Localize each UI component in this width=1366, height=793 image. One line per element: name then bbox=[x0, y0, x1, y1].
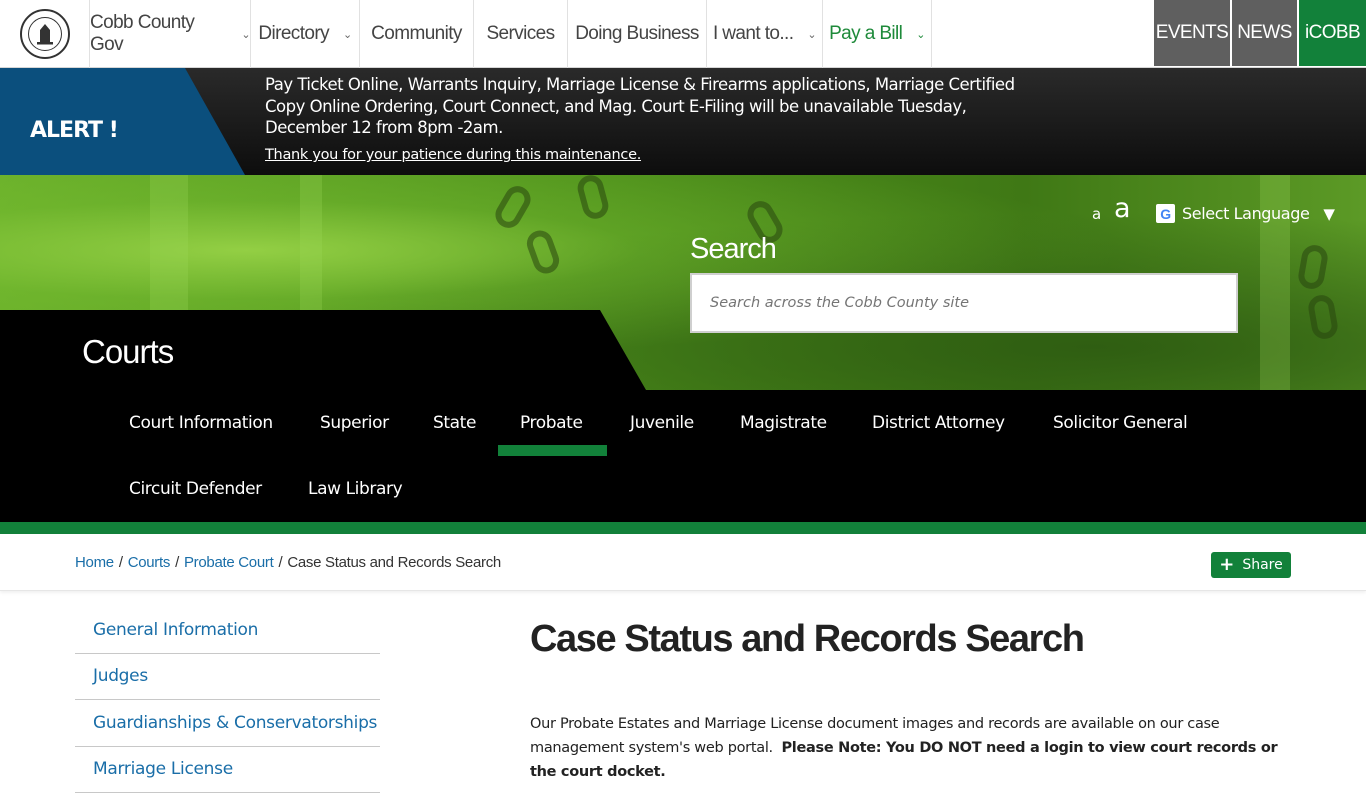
events-button[interactable]: EVENTS bbox=[1154, 0, 1230, 66]
nav-community[interactable]: Community bbox=[360, 0, 474, 68]
active-tab-indicator bbox=[498, 445, 607, 456]
chevron-down-icon: ⌄ bbox=[343, 28, 352, 41]
intro-paragraph: Our Probate Estates and Marriage License… bbox=[530, 712, 1300, 784]
language-selector[interactable]: G Select Language ▼ bbox=[1156, 204, 1335, 223]
breadcrumb-probate-court[interactable]: Probate Court bbox=[184, 554, 273, 571]
alert-link[interactable]: Thank you for your patience during this … bbox=[265, 147, 641, 163]
plus-icon: + bbox=[1219, 556, 1234, 574]
google-translate-icon: G bbox=[1156, 204, 1175, 223]
nav-pay-a-bill[interactable]: Pay a Bill ⌄ bbox=[823, 0, 932, 68]
section-divider bbox=[0, 522, 1366, 534]
language-label: Select Language bbox=[1182, 204, 1309, 223]
icobb-label: iCOBB bbox=[1305, 22, 1360, 44]
sidebar-item-guardianships-conservatorships[interactable]: Guardianships & Conservatorships bbox=[75, 700, 380, 747]
site-search-input[interactable] bbox=[690, 273, 1238, 333]
share-label: Share bbox=[1242, 557, 1282, 573]
breadcrumb-home[interactable]: Home bbox=[75, 554, 114, 571]
hero-banner: a a G Select Language ▼ Search Courts bbox=[0, 175, 1366, 390]
section-nav-district-attorney[interactable]: District Attorney bbox=[872, 390, 1005, 456]
sidebar-item-marriage-license[interactable]: Marriage License bbox=[75, 747, 380, 793]
caret-down-icon: ▼ bbox=[1323, 205, 1334, 223]
nav-label: Pay a Bill bbox=[829, 23, 902, 45]
breadcrumb-current: Case Status and Records Search bbox=[287, 554, 501, 571]
nav-label: Services bbox=[486, 23, 554, 45]
nav-label: Cobb County Gov bbox=[90, 12, 227, 56]
decrease-font-button[interactable]: a bbox=[1092, 205, 1101, 223]
county-logo[interactable] bbox=[0, 0, 90, 68]
breadcrumb-courts[interactable]: Courts bbox=[128, 554, 170, 571]
alert-label: ALERT ! bbox=[30, 118, 118, 143]
hero-decor bbox=[150, 175, 188, 310]
county-seal-icon bbox=[20, 9, 70, 59]
nav-label: Doing Business bbox=[575, 23, 699, 45]
section-nav-superior[interactable]: Superior bbox=[320, 390, 389, 456]
nav-directory[interactable]: Directory ⌄ bbox=[251, 0, 360, 68]
alert-banner: ALERT ! Pay Ticket Online, Warrants Inqu… bbox=[0, 68, 1366, 175]
section-nav-solicitor-general[interactable]: Solicitor General bbox=[1053, 390, 1187, 456]
breadcrumb-bar: Home / Courts / Probate Court / Case Status an… bbox=[0, 534, 1366, 591]
breadcrumb-separator: / bbox=[119, 554, 123, 571]
section-navigation: Court Information Superior State Probate… bbox=[0, 390, 1366, 522]
section-nav-law-library[interactable]: Law Library bbox=[308, 456, 402, 522]
alert-message: Pay Ticket Online, Warrants Inquiry, Mar… bbox=[265, 74, 1045, 139]
nav-label: Community bbox=[371, 23, 462, 45]
news-button[interactable]: NEWS bbox=[1232, 0, 1297, 66]
nav-label: I want to... bbox=[713, 23, 793, 45]
share-button[interactable]: + Share bbox=[1211, 552, 1291, 578]
nav-label: Directory bbox=[258, 23, 329, 45]
nav-i-want-to[interactable]: I want to... ⌄ bbox=[707, 0, 823, 68]
chevron-down-icon: ⌄ bbox=[807, 28, 816, 41]
nav-doing-business[interactable]: Doing Business bbox=[568, 0, 707, 68]
events-label: EVENTS bbox=[1156, 22, 1228, 44]
nav-services[interactable]: Services bbox=[474, 0, 568, 68]
breadcrumb-separator: / bbox=[175, 554, 179, 571]
page-title: Case Status and Records Search bbox=[530, 618, 1084, 661]
news-label: NEWS bbox=[1237, 22, 1292, 44]
breadcrumb: Home / Courts / Probate Court / Case Status an… bbox=[75, 554, 501, 571]
search-label: Search bbox=[690, 233, 776, 266]
breadcrumb-separator: / bbox=[278, 554, 282, 571]
sidebar-item-judges[interactable]: Judges bbox=[75, 654, 380, 701]
section-nav-juvenile[interactable]: Juvenile bbox=[630, 390, 694, 456]
icobb-button[interactable]: iCOBB bbox=[1299, 0, 1366, 66]
chevron-down-icon: ⌄ bbox=[916, 28, 925, 41]
section-nav-court-information[interactable]: Court Information bbox=[129, 390, 273, 456]
nav-cobb-county-gov[interactable]: Cobb County Gov ⌄ bbox=[90, 0, 251, 68]
left-sidebar-nav: General Information Judges Guardianships… bbox=[75, 607, 380, 793]
department-title: Courts bbox=[82, 333, 173, 371]
section-nav-state[interactable]: State bbox=[433, 390, 476, 456]
chevron-down-icon: ⌄ bbox=[241, 28, 250, 41]
increase-font-button[interactable]: a bbox=[1114, 193, 1131, 224]
sidebar-item-general-information[interactable]: General Information bbox=[75, 607, 380, 654]
section-nav-circuit-defender[interactable]: Circuit Defender bbox=[129, 456, 262, 522]
section-nav-magistrate[interactable]: Magistrate bbox=[740, 390, 827, 456]
hero-decor bbox=[300, 175, 322, 310]
top-navigation: Cobb County Gov ⌄ Directory ⌄ Community … bbox=[0, 0, 1366, 68]
